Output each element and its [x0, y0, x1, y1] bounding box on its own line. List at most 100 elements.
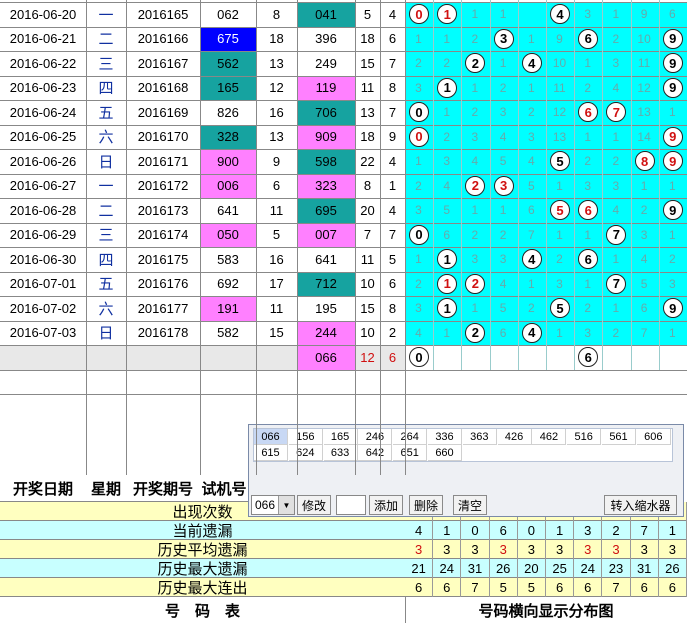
- cell-issue: 2016169: [126, 100, 200, 125]
- header-week: 星期: [90, 481, 121, 498]
- stat-value: 26: [490, 559, 518, 578]
- stat-value: 3: [518, 540, 546, 559]
- miss-value: 3: [499, 252, 507, 267]
- cell-v1: 13: [256, 51, 297, 76]
- chevron-down-icon[interactable]: ▼: [278, 496, 294, 514]
- stat-value: 7: [461, 578, 490, 597]
- grid-line: [489, 0, 491, 370]
- cell-b: 7: [380, 51, 405, 76]
- grid-line: [0, 271, 687, 273]
- cell-issue: 2016166: [126, 26, 200, 51]
- miss-value: 5: [499, 301, 507, 316]
- cell-num: 244: [297, 320, 355, 345]
- stat-label: 历史平均遗漏: [157, 542, 248, 559]
- miss-value: 2: [471, 31, 479, 46]
- cell-a: 18: [355, 124, 380, 149]
- stat-value: 3: [461, 540, 490, 559]
- candidate-cell[interactable]: 615: [254, 445, 288, 461]
- header-date: 开奖日期: [12, 481, 73, 498]
- candidate-cell[interactable]: 561: [602, 429, 636, 445]
- hit-ball: 2: [465, 273, 486, 294]
- grid-line: [0, 124, 687, 126]
- miss-value: 1: [443, 105, 451, 120]
- cell-test: 582: [200, 320, 256, 345]
- delete-button[interactable]: 删除: [409, 495, 443, 515]
- miss-value: 1: [415, 252, 422, 267]
- miss-value: 2: [556, 252, 563, 267]
- candidate-select[interactable]: 066 ▼: [251, 495, 295, 515]
- miss-value: 5: [527, 178, 535, 193]
- hit-ball: 9: [662, 151, 683, 171]
- stat-value: 7: [602, 578, 631, 597]
- cell-week: 一: [86, 173, 126, 198]
- miss-value: 4: [471, 154, 479, 169]
- candidate-cell[interactable]: 246: [358, 429, 393, 445]
- grid-line: [86, 0, 87, 475]
- grid-line: [0, 26, 687, 28]
- candidate-cell[interactable]: 264: [393, 429, 428, 445]
- miss-value: 14: [637, 129, 651, 144]
- stat-value: 2: [602, 521, 631, 540]
- hit-ball: 5: [550, 200, 570, 220]
- stat-value: 3: [546, 540, 575, 559]
- miss-value: 2: [584, 301, 592, 316]
- candidate-cell[interactable]: 066: [254, 429, 288, 445]
- candidate-cell[interactable]: 633: [323, 445, 358, 461]
- miss-value: 1: [584, 56, 592, 71]
- miss-value: 6: [640, 301, 648, 316]
- candidate-cell[interactable]: 516: [567, 429, 602, 445]
- candidate-cell[interactable]: 165: [323, 429, 358, 445]
- hit-ball: 6: [578, 28, 599, 49]
- miss-value: 1: [640, 178, 648, 193]
- stat-value: 20: [518, 559, 546, 578]
- cell-num: 041: [297, 2, 355, 27]
- hit-ball: 2: [465, 322, 486, 343]
- cell-num: 119: [297, 75, 355, 100]
- transfer-to-shrinker-button[interactable]: 转入缩水器: [604, 495, 677, 515]
- miss-value: 13: [552, 129, 567, 144]
- candidate-cell[interactable]: 336: [428, 429, 462, 445]
- grid-line: [0, 222, 687, 224]
- miss-value: 2: [415, 178, 422, 193]
- miss-value: 3: [443, 154, 451, 169]
- candidate-cell[interactable]: 426: [497, 429, 532, 445]
- candidate-cell[interactable]: 624: [288, 445, 323, 461]
- hit-ball: 4: [521, 322, 542, 343]
- candidate-cell[interactable]: 462: [532, 429, 567, 445]
- clear-button[interactable]: 清空: [453, 495, 487, 515]
- miss-value: 2: [527, 105, 535, 120]
- cell-test: 006: [200, 173, 256, 198]
- grid-line: [380, 0, 381, 475]
- cell-test: 191: [200, 296, 256, 321]
- candidate-cell[interactable]: 156: [288, 429, 323, 445]
- cell-test: 641: [200, 198, 256, 223]
- number-input[interactable]: [336, 495, 366, 515]
- stat-value: 0: [461, 521, 490, 540]
- stat-value: 6: [546, 578, 575, 597]
- stat-value: 3: [659, 540, 687, 559]
- add-button[interactable]: 添加: [369, 495, 403, 515]
- header-test: 试机号: [201, 481, 247, 498]
- grid-line: [0, 2, 687, 3]
- cell-date: 2016-06-30: [0, 247, 86, 272]
- footer-left-title: 号 码 表: [164, 602, 240, 620]
- predict-ball: 0: [409, 347, 429, 367]
- hit-ball: 0: [409, 224, 429, 245]
- miss-value: 2: [443, 56, 451, 71]
- miss-value: 4: [612, 203, 620, 218]
- cell-b: 8: [380, 296, 405, 321]
- grid-line: [126, 0, 127, 475]
- stat-value: 6: [574, 578, 603, 597]
- candidate-cell[interactable]: 606: [636, 429, 671, 445]
- cell-num: 598: [297, 149, 355, 174]
- stat-value: 31: [631, 559, 659, 578]
- candidate-cell[interactable]: 642: [358, 445, 393, 461]
- cell-num: 695: [297, 198, 355, 223]
- candidate-cell[interactable]: 363: [462, 429, 497, 445]
- cell-v1: 11: [256, 296, 297, 321]
- candidate-cell[interactable]: 660: [428, 445, 462, 461]
- cell-week: 五: [86, 271, 126, 296]
- cell-a: 20: [355, 198, 380, 223]
- modify-button[interactable]: 修改: [297, 495, 331, 515]
- candidate-cell[interactable]: 651: [393, 445, 428, 461]
